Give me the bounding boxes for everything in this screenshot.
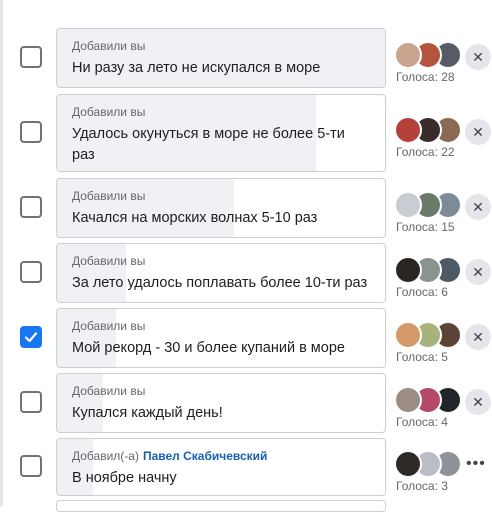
- close-icon: ✕: [472, 264, 484, 280]
- option-added-by: Добавили вы: [72, 254, 145, 268]
- poll-option-row: Добавили вы Мой рекорд - 30 и более купан…: [0, 308, 492, 368]
- option-card[interactable]: Добавили вы Удалось окунуться в море не б…: [56, 94, 386, 172]
- vote-count[interactable]: Голоса: 6: [396, 285, 448, 299]
- option-checkbox[interactable]: [20, 196, 42, 218]
- voter-avatars[interactable]: [394, 386, 464, 414]
- added-by-label: Добавили вы: [72, 39, 146, 53]
- option-checkbox[interactable]: [20, 121, 42, 143]
- option-added-by: Добавил(-а) Павел Скабичевский: [72, 449, 267, 463]
- option-card[interactable]: Добавил(-а) Павел Скабичевский В ноябре на…: [56, 438, 386, 496]
- added-by-label: Добавили вы: [72, 384, 146, 398]
- remove-option-button[interactable]: ✕: [465, 194, 491, 220]
- option-checkbox[interactable]: [20, 46, 42, 68]
- added-by-label: Добавили вы: [72, 319, 146, 333]
- voter-avatars[interactable]: [394, 191, 464, 219]
- added-by-label: Добавили вы: [72, 254, 146, 268]
- option-text: За лето удалось поплавать более 10-ти ра…: [72, 275, 368, 291]
- vote-count[interactable]: Голоса: 5: [396, 350, 448, 364]
- vote-count[interactable]: Голоса: 15: [396, 220, 455, 234]
- option-card[interactable]: Добавили вы За лето удалось поплавать бол…: [56, 243, 386, 303]
- option-text: Купался каждый день!: [72, 405, 223, 421]
- poll-option-row: Добавили вы Ни разу за лето не искупался …: [0, 28, 492, 88]
- remove-option-button[interactable]: ✕: [465, 324, 491, 350]
- voter-avatar: [394, 256, 422, 284]
- option-text: Ни разу за лето не искупался в море: [72, 60, 321, 76]
- voter-avatar: [394, 321, 422, 349]
- poll-option-row: Добавили вы Удалось окунуться в море не б…: [0, 94, 492, 172]
- voter-avatar: [394, 450, 422, 478]
- option-checkbox[interactable]: [20, 326, 42, 348]
- author-link[interactable]: Павел Скабичевский: [143, 449, 267, 463]
- poll-option-row: Добавили вы Качался на морских волнах 5-1…: [0, 178, 492, 238]
- remove-option-button[interactable]: ✕: [465, 119, 491, 145]
- poll-option-row: Добавили вы Купался каждый день! Голоса: 4…: [0, 373, 492, 433]
- close-icon: ✕: [472, 329, 484, 345]
- voter-avatars[interactable]: [394, 41, 464, 69]
- voter-avatars[interactable]: [394, 321, 464, 349]
- option-card[interactable]: Добавили вы Качался на морских волнах 5-1…: [56, 178, 386, 238]
- option-added-by: Добавили вы: [72, 105, 145, 119]
- option-text: В ноябре начну: [72, 470, 177, 486]
- more-options-button[interactable]: •••: [466, 455, 492, 472]
- voter-avatar: [394, 116, 422, 144]
- option-text: Качался на морских волнах 5-10 раз: [72, 210, 318, 226]
- close-icon: ✕: [472, 394, 484, 410]
- option-text: Удалось окунуться в море не более 5-ти р…: [72, 126, 345, 163]
- poll-option-partial[interactable]: [56, 500, 386, 512]
- vote-count[interactable]: Голоса: 3: [396, 479, 448, 493]
- vote-count[interactable]: Голоса: 22: [396, 145, 455, 159]
- remove-option-button[interactable]: ✕: [465, 259, 491, 285]
- option-checkbox[interactable]: [20, 261, 42, 283]
- option-added-by: Добавили вы: [72, 189, 145, 203]
- added-by-label: Добавили вы: [72, 189, 146, 203]
- option-card[interactable]: Добавили вы Ни разу за лето не искупался …: [56, 28, 386, 88]
- option-checkbox[interactable]: [20, 391, 42, 413]
- option-added-by: Добавили вы: [72, 319, 145, 333]
- added-by-label: Добавили вы: [72, 105, 146, 119]
- more-icon: •••: [466, 455, 486, 472]
- remove-option-button[interactable]: ✕: [465, 44, 491, 70]
- vote-count[interactable]: Голоса: 4: [396, 415, 448, 429]
- check-icon: [24, 332, 38, 343]
- voter-avatars[interactable]: [394, 256, 464, 284]
- option-text: Мой рекорд - 30 и более купаний в море: [72, 340, 345, 356]
- option-added-by: Добавили вы: [72, 384, 145, 398]
- voter-avatar: [394, 41, 422, 69]
- close-icon: ✕: [472, 199, 484, 215]
- close-icon: ✕: [472, 49, 484, 65]
- voter-avatars[interactable]: [394, 450, 464, 478]
- close-icon: ✕: [472, 124, 484, 140]
- remove-option-button[interactable]: ✕: [465, 389, 491, 415]
- option-card[interactable]: Добавили вы Купался каждый день!: [56, 373, 386, 433]
- poll-option-row: Добавил(-а) Павел Скабичевский В ноябре на…: [0, 438, 492, 496]
- option-added-by: Добавили вы: [72, 39, 145, 53]
- option-checkbox[interactable]: [20, 455, 42, 477]
- vote-count[interactable]: Голоса: 28: [396, 70, 455, 84]
- voter-avatars[interactable]: [394, 116, 464, 144]
- poll-option-row: Добавили вы За лето удалось поплавать бол…: [0, 243, 492, 303]
- added-by-label: Добавил(-а): [72, 449, 139, 463]
- option-card[interactable]: Добавили вы Мой рекорд - 30 и более купан…: [56, 308, 386, 368]
- voter-avatar: [394, 191, 422, 219]
- voter-avatar: [394, 386, 422, 414]
